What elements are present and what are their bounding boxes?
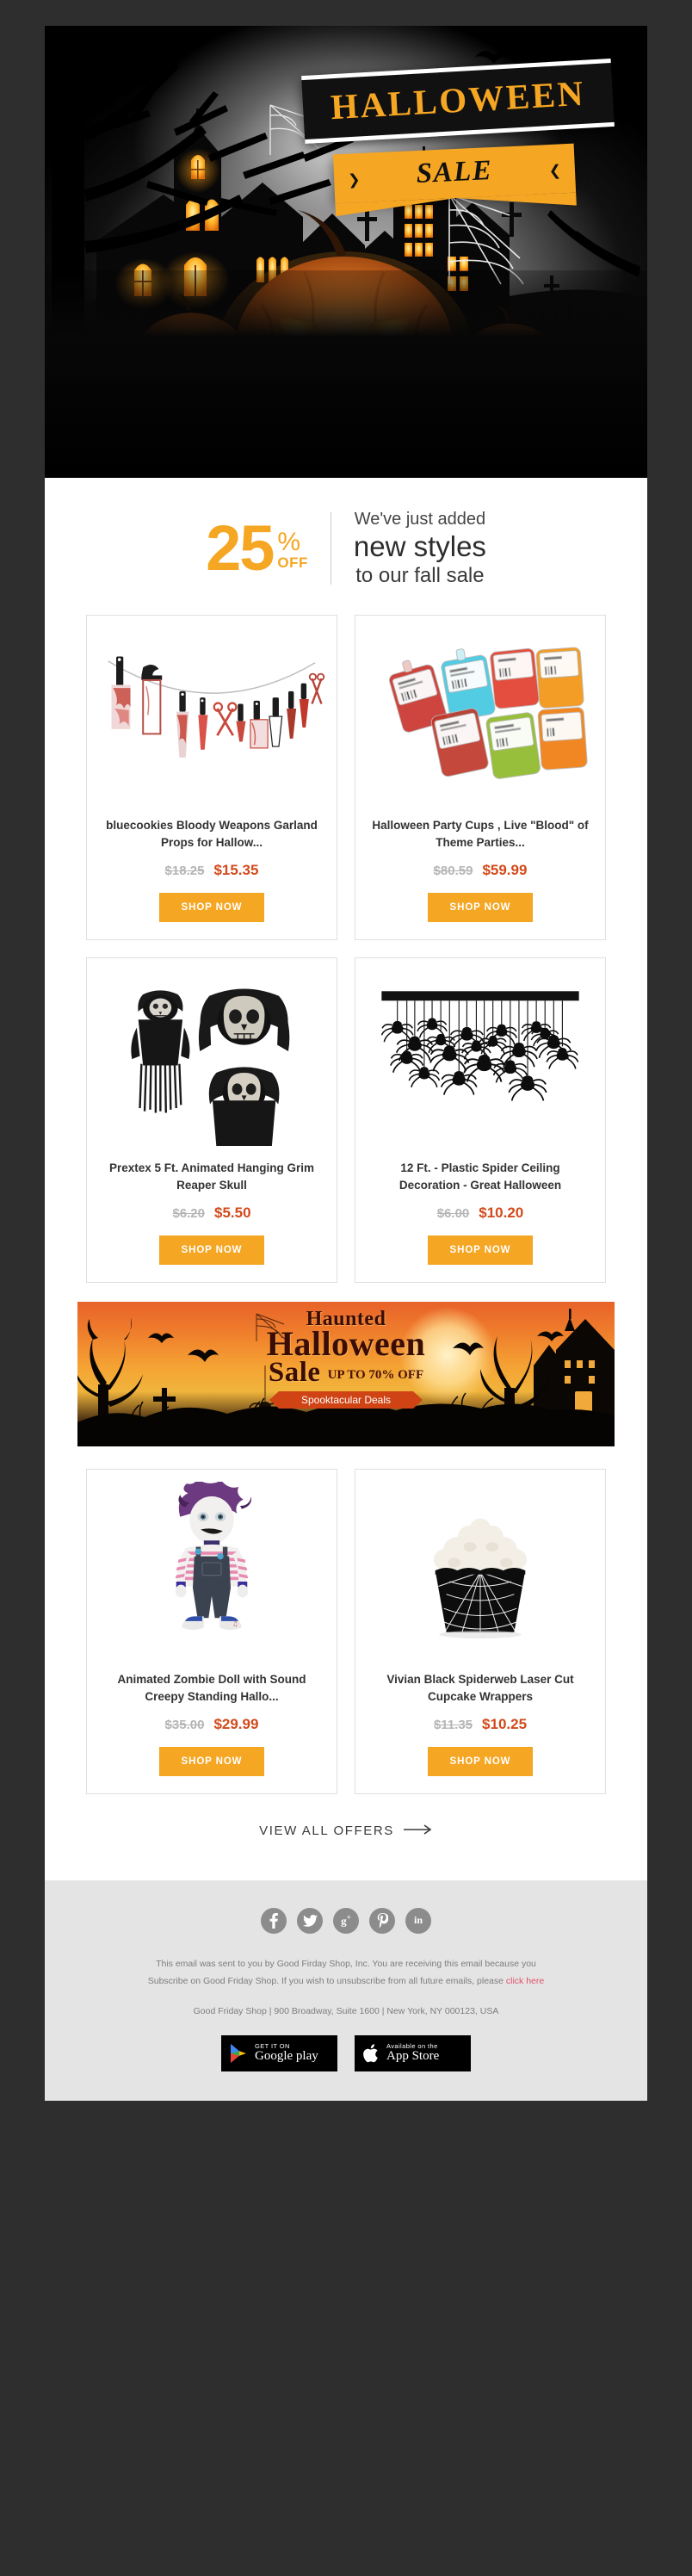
discount-block: 25 % OFF: [206, 512, 331, 585]
product-old-price: $11.35: [433, 1717, 473, 1732]
product-grid-top: bluecookies Bloody Weapons Garland Props…: [45, 614, 647, 1283]
legal-line-1: This email was sent to you by Good Firda…: [156, 1958, 536, 1969]
product-title: bluecookies Bloody Weapons Garland Props…: [106, 818, 318, 849]
hero-banner: HALLOWEEN ❯ SALE ❮: [45, 26, 647, 478]
unsubscribe-link[interactable]: click here: [506, 1976, 544, 1986]
legal-text: This email was sent to you by Good Firda…: [45, 1956, 647, 1991]
plastic-spider-ceiling-image: [366, 970, 595, 1151]
product-card[interactable]: 12 Ft. - Plastic Spider Ceiling Decorati…: [355, 957, 606, 1283]
company-address: Good Friday Shop | 900 Broadway, Suite 1…: [193, 2005, 499, 2016]
arrow-right-icon: [403, 1824, 433, 1838]
shop-now-button[interactable]: SHOP NOW: [427, 1235, 534, 1265]
product-old-price: $6.20: [172, 1205, 205, 1221]
halloween-sign: HALLOWEEN: [301, 59, 615, 144]
product-title: Prextex 5 Ft. Animated Hanging Grim Reap…: [108, 1161, 315, 1192]
promo-message: We've just added new styles to our fall …: [331, 509, 486, 589]
product-card[interactable]: Vivian Black Spiderweb Laser Cut Cupcake…: [355, 1468, 606, 1794]
shop-now-button[interactable]: SHOP NOW: [158, 892, 265, 922]
haunted-banner-text: Haunted Halloween Sale UP TO 70% OFF Spo…: [77, 1309, 615, 1409]
linkedin-icon[interactable]: in: [405, 1907, 431, 1934]
pinterest-icon[interactable]: [369, 1907, 395, 1934]
legal-line-2: Subscribe on Good Friday Shop. If you wi…: [112, 1973, 580, 1991]
product-prices: $6.20 $5.50: [172, 1204, 250, 1222]
shop-now-button[interactable]: SHOP NOW: [158, 1746, 265, 1776]
product-prices: $18.25 $15.35: [165, 862, 259, 879]
product-new-price: $10.20: [479, 1204, 524, 1221]
product-card[interactable]: ♫ Animated Zombie Doll with Sound Creepy…: [86, 1468, 337, 1794]
product-prices: $35.00 $29.99: [165, 1716, 259, 1733]
sale-bat-right-icon: ❮: [548, 161, 562, 179]
promo-line-1: We've just added: [354, 510, 486, 529]
email-page: HALLOWEEN ❯ SALE ❮ 25 % OFF We've just a…: [0, 0, 692, 2576]
arrow-right-glyph: [403, 1824, 432, 1835]
haunted-banner-ribbon: Spooktacular Deals: [269, 1390, 423, 1409]
legal-line-2-text: Subscribe on Good Friday Shop. If you wi…: [147, 1975, 506, 1986]
product-new-price: $10.25: [482, 1715, 528, 1732]
twitter-icon[interactable]: [297, 1907, 323, 1934]
product-old-price: $18.25: [164, 863, 205, 878]
shop-now-button[interactable]: SHOP NOW: [427, 1746, 534, 1776]
app-store-badge[interactable]: Available on the App Store: [355, 2034, 471, 2071]
product-grid-bottom: ♫ Animated Zombie Doll with Sound Creepy…: [45, 1450, 647, 1794]
product-title: 12 Ft. - Plastic Spider Ceiling Decorati…: [399, 1161, 562, 1192]
sale-sign-text: SALE: [415, 155, 493, 189]
discount-number: 25: [206, 512, 275, 585]
haunted-banner-line-3: Sale: [268, 1356, 321, 1388]
email-content: 25 % OFF We've just added new styles to …: [45, 478, 647, 1880]
halloween-sign-text: HALLOWEEN: [329, 72, 586, 127]
view-all-offers-link[interactable]: VIEW ALL OFFERS: [259, 1824, 433, 1838]
product-card[interactable]: bluecookies Bloody Weapons Garland Props…: [86, 614, 337, 940]
product-prices: $80.59 $59.99: [434, 862, 528, 879]
product-old-price: $80.59: [433, 863, 473, 878]
product-title: Vivian Black Spiderweb Laser Cut Cupcake…: [386, 1672, 574, 1703]
haunted-banner-upto: UP TO 70% OFF: [327, 1367, 424, 1382]
product-new-price: $59.99: [482, 861, 528, 878]
promo-line-2: new styles: [353, 530, 486, 562]
shop-now-button[interactable]: SHOP NOW: [158, 1235, 265, 1265]
app-store-label: App Store: [386, 2048, 440, 2063]
app-store-badges: GET IT ON Google play Available on the A…: [45, 2034, 647, 2071]
svg-text:♫: ♫: [232, 1619, 238, 1627]
email-body: HALLOWEEN ❯ SALE ❮ 25 % OFF We've just a…: [45, 26, 647, 2101]
apple-icon: [363, 2044, 378, 2063]
product-card[interactable]: Halloween Party Cups , Live "Blood" of T…: [355, 614, 606, 940]
product-new-price: $29.99: [213, 1715, 259, 1732]
bloody-weapons-garland-image: [97, 628, 326, 808]
product-title: Animated Zombie Doll with Sound Creepy S…: [117, 1672, 306, 1703]
social-links: g+ in: [45, 1907, 647, 1934]
product-prices: $11.35 $10.25: [434, 1716, 527, 1733]
sale-bat-left-icon: ❯: [347, 170, 361, 189]
shop-now-button[interactable]: SHOP NOW: [427, 892, 534, 922]
discount-off-label: OFF: [277, 554, 308, 572]
product-old-price: $6.00: [436, 1205, 470, 1221]
product-new-price: $15.35: [213, 861, 259, 878]
view-all-offers-row: VIEW ALL OFFERS: [45, 1794, 647, 1873]
animated-zombie-doll-image: ♫: [97, 1481, 326, 1663]
discount-percent-symbol: %: [277, 527, 301, 556]
product-card[interactable]: Prextex 5 Ft. Animated Hanging Grim Reap…: [86, 957, 337, 1283]
google-plus-icon[interactable]: g+: [333, 1907, 359, 1934]
hero-sign-group: HALLOWEEN ❯ SALE ❮: [301, 59, 615, 204]
product-title: Halloween Party Cups , Live "Blood" of T…: [372, 818, 589, 849]
blood-bag-party-cups-image: [366, 628, 595, 808]
sale-sign: ❯ SALE ❮: [332, 143, 577, 204]
hero-ground-shadow: [45, 269, 647, 478]
grim-reaper-skull-image: [97, 970, 326, 1151]
discount-suffix: % OFF: [277, 527, 308, 575]
google-play-icon: [231, 2043, 246, 2063]
promo-header: 25 % OFF We've just added new styles to …: [45, 478, 647, 615]
product-new-price: $5.50: [214, 1204, 251, 1221]
haunted-banner-line-2: Halloween: [266, 1323, 426, 1363]
product-prices: $6.00 $10.20: [437, 1204, 524, 1222]
haunted-halloween-banner[interactable]: Haunted Halloween Sale UP TO 70% OFF Spo…: [77, 1301, 615, 1446]
google-play-label: Google play: [255, 2048, 318, 2063]
view-all-offers-label: VIEW ALL OFFERS: [259, 1823, 394, 1838]
google-play-badge[interactable]: GET IT ON Google play: [221, 2034, 337, 2071]
promo-line-3: to our fall sale: [355, 563, 485, 587]
product-old-price: $35.00: [164, 1717, 205, 1732]
haunted-halloween-banner-wrap: Haunted Halloween Sale UP TO 70% OFF Spo…: [45, 1283, 647, 1450]
facebook-icon[interactable]: [261, 1907, 287, 1934]
spiderweb-cupcake-wrappers-image: [366, 1482, 595, 1663]
email-footer: g+ in This email was sent to you by Good…: [45, 1879, 647, 2101]
